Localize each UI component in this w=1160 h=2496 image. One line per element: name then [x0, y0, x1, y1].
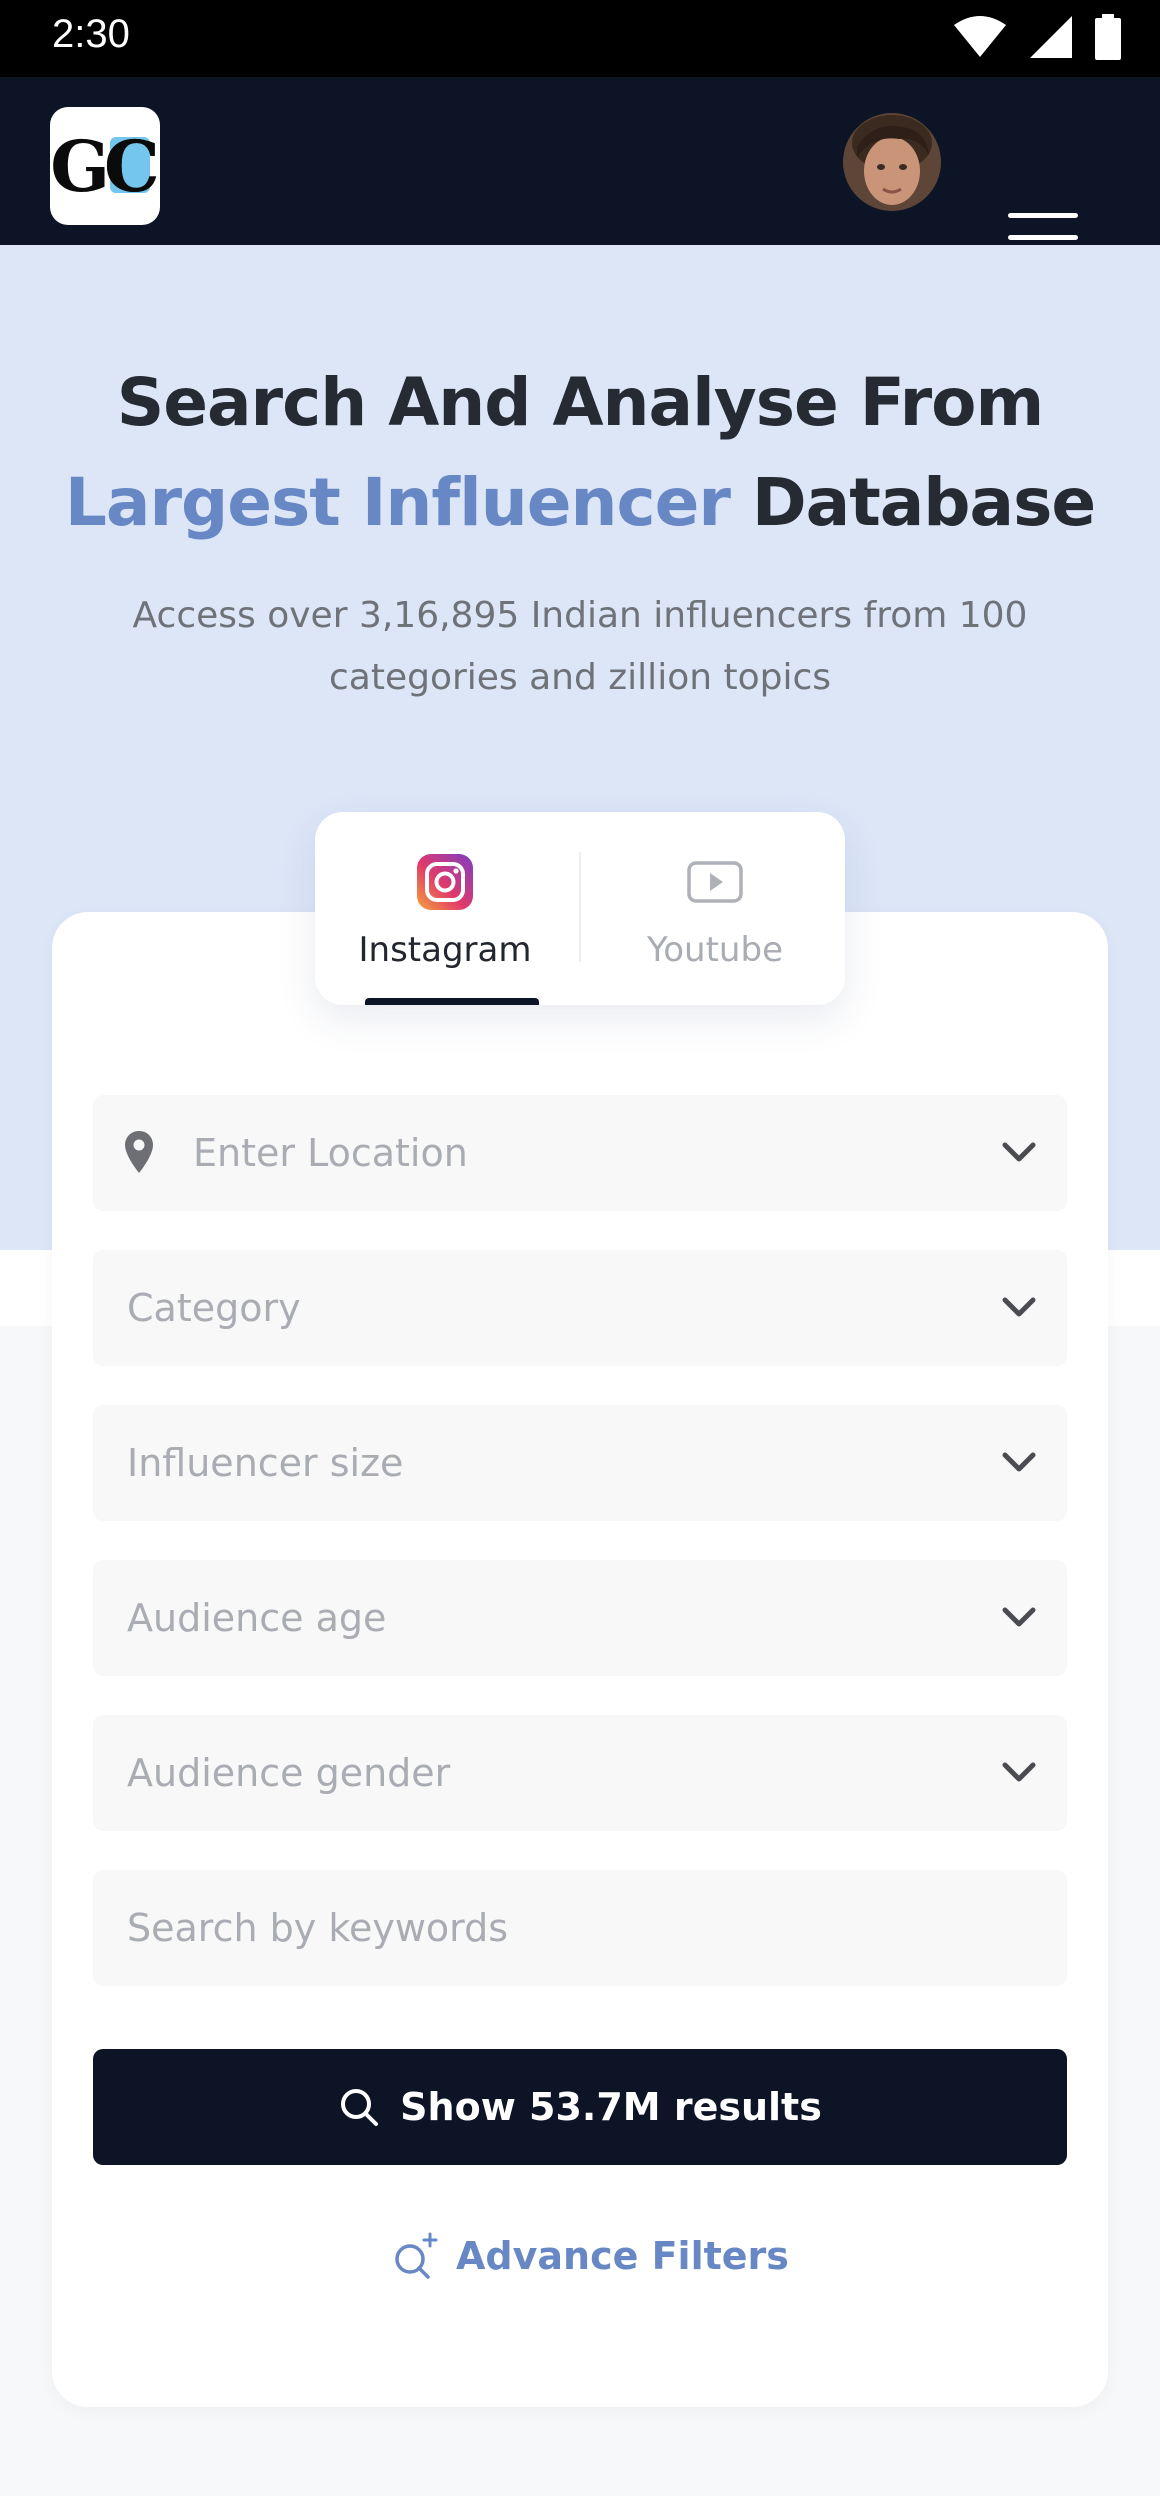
hero-title-accent: Largest Influencer [64, 464, 731, 541]
tab-youtube-label: Youtube [647, 930, 783, 970]
audience-gender-select[interactable]: Audience gender [93, 1715, 1067, 1831]
app-header: GC [0, 77, 1160, 262]
youtube-icon [687, 861, 743, 903]
audience-gender-placeholder: Audience gender [127, 1751, 451, 1795]
location-select[interactable]: Enter Location [93, 1095, 1067, 1211]
status-time: 2:30 [52, 12, 130, 56]
hero-subtitle: Access over 3,16,895 Indian influencers … [132, 595, 1028, 698]
hero-title-end: Database [751, 464, 1096, 541]
tab-youtube[interactable]: Youtube [585, 812, 845, 1005]
location-placeholder: Enter Location [193, 1131, 468, 1175]
active-tab-indicator [365, 998, 539, 1005]
influencer-size-placeholder: Influencer size [127, 1441, 404, 1485]
tab-instagram-label: Instagram [358, 930, 532, 970]
chevron-down-icon [1002, 1607, 1036, 1627]
logo-g: G [50, 124, 110, 208]
advance-filters-label: Advance Filters [456, 2234, 789, 2278]
signal-icon [1030, 16, 1072, 58]
platform-tabs: Instagram Youtube [315, 812, 845, 1005]
hero-title: Search And Analyse From Largest Influenc… [0, 353, 1160, 553]
tab-divider [579, 852, 581, 962]
logo-c: C [104, 124, 160, 208]
influencer-size-select[interactable]: Influencer size [93, 1405, 1067, 1521]
chevron-down-icon [1002, 1762, 1036, 1782]
user-avatar[interactable] [843, 113, 941, 211]
audience-age-select[interactable]: Audience age [93, 1560, 1067, 1676]
show-results-label: Show 53.7M results [400, 2085, 822, 2129]
app-logo[interactable]: GC [50, 107, 160, 225]
tab-instagram[interactable]: Instagram [315, 812, 575, 1005]
audience-age-placeholder: Audience age [127, 1596, 387, 1640]
search-icon [341, 2089, 379, 2126]
avatar-image [843, 113, 941, 211]
advance-filters-link[interactable]: Advance Filters [390, 2226, 789, 2286]
hero-title-line1: Search And Analyse From [116, 364, 1045, 441]
chevron-down-icon [1002, 1452, 1036, 1472]
category-placeholder: Category [127, 1286, 301, 1330]
search-plus-icon [395, 2232, 438, 2279]
show-results-button[interactable]: Show 53.7M results [93, 2049, 1067, 2165]
instagram-icon [417, 854, 473, 910]
status-bar: 2:30 [0, 0, 1160, 77]
location-pin-icon [125, 1131, 153, 1173]
keywords-input[interactable]: Search by keywords [93, 1870, 1067, 1986]
wifi-icon [954, 16, 1006, 57]
category-select[interactable]: Category [93, 1250, 1067, 1366]
status-icons [952, 14, 1122, 60]
keywords-placeholder: Search by keywords [127, 1906, 509, 1950]
chevron-down-icon [1002, 1142, 1036, 1162]
chevron-down-icon [1002, 1297, 1036, 1317]
battery-icon [1095, 14, 1121, 60]
